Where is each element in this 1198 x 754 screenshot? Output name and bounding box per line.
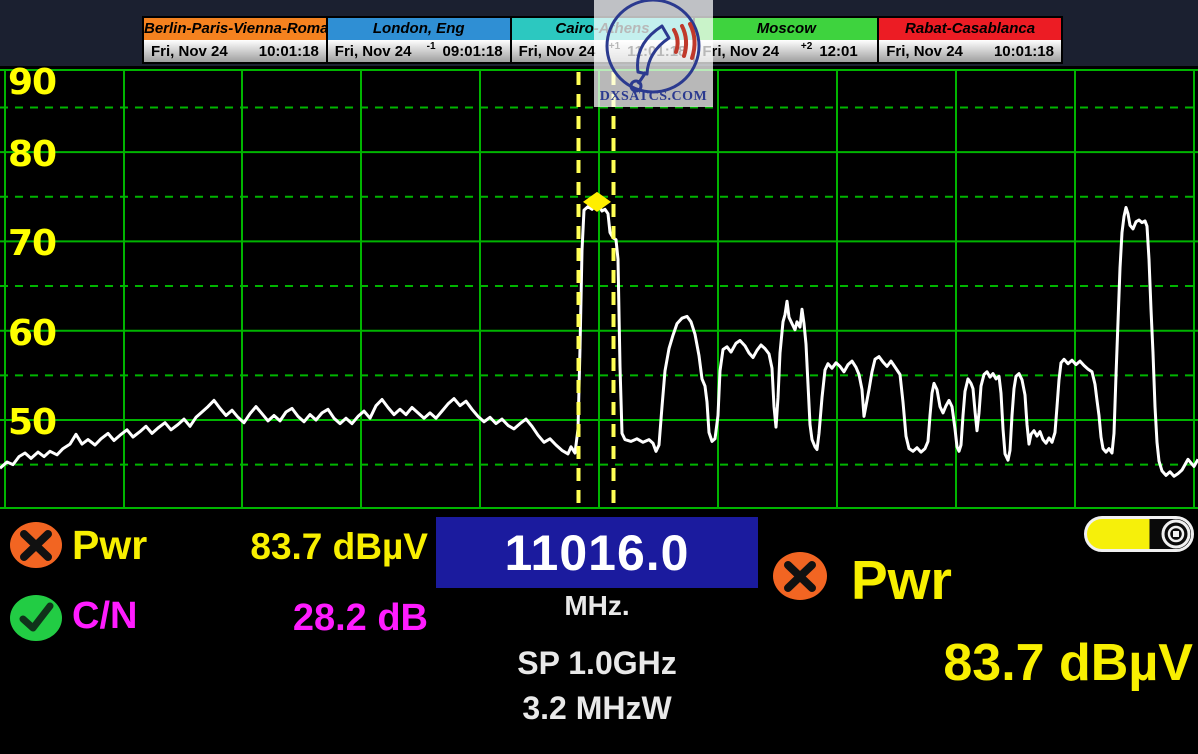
frequency-display[interactable]: 11016.0 bbox=[436, 517, 758, 588]
pwr-toggle-switch[interactable] bbox=[1084, 516, 1194, 552]
clock-utc-offset: -1 bbox=[427, 41, 436, 52]
clock-utc-offset: +2 bbox=[801, 41, 812, 52]
y-axis-label-50: 50 bbox=[8, 402, 56, 443]
clock-time-row: Fri, Nov 24 +2 12:01 bbox=[695, 40, 877, 62]
clock-city-label: Berlin-Paris-Vienna-Roma bbox=[144, 18, 326, 40]
clock-date: Fri, Nov 24 bbox=[151, 43, 252, 60]
clock-london: London, Eng Fri, Nov 24 -1 09:01:18 bbox=[326, 18, 510, 62]
bandwidth-readout: 3.2 MHzW bbox=[436, 690, 758, 727]
dxsatcs-watermark-logo: DXSATCS.COM bbox=[594, 0, 713, 107]
clock-time-row: Fri, Nov 24 -1 09:01:18 bbox=[328, 40, 510, 62]
pwr-label: Pwr bbox=[72, 522, 147, 569]
clock-berlin: Berlin-Paris-Vienna-Roma Fri, Nov 24 10:… bbox=[144, 18, 326, 62]
spectrum-analyzer-screen: 90 80 70 60 50 Berlin-Paris-Vienna-Roma … bbox=[0, 0, 1198, 754]
frequency-unit: MHz. bbox=[436, 590, 758, 622]
span-readout: SP 1.0GHz bbox=[436, 645, 758, 682]
cn-value: 28.2 dB bbox=[180, 597, 428, 640]
clock-moscow: Moscow Fri, Nov 24 +2 12:01 bbox=[693, 18, 877, 62]
big-pwr-label: Pwr bbox=[851, 548, 952, 612]
clock-time-row: Fri, Nov 24 10:01:18 bbox=[879, 40, 1061, 62]
clock-city-label: Moscow bbox=[695, 18, 877, 40]
frequency-value: 11016.0 bbox=[505, 524, 690, 582]
big-pwr-x-icon bbox=[771, 550, 829, 602]
logo-text: DXSATCS.COM bbox=[594, 89, 713, 105]
y-axis-label-70: 70 bbox=[8, 223, 56, 264]
knob-ring-icon bbox=[1161, 519, 1191, 549]
clock-time: 10:01:18 bbox=[259, 43, 319, 60]
cn-label: C/N bbox=[72, 595, 137, 638]
clock-city-label: Rabat-Casablanca bbox=[879, 18, 1061, 40]
toggle-knob[interactable] bbox=[1161, 519, 1191, 549]
clock-time: 09:01:18 bbox=[443, 43, 503, 60]
pwr-value: 83.7 dBµV bbox=[180, 526, 428, 568]
pwr-status-x-icon bbox=[8, 520, 64, 570]
clock-time: 10:01:18 bbox=[994, 43, 1054, 60]
y-axis-label-80: 80 bbox=[8, 134, 56, 175]
y-axis-label-60: 60 bbox=[8, 313, 56, 354]
cn-status-check-icon bbox=[8, 593, 64, 643]
y-axis-label-90: 90 bbox=[8, 62, 56, 103]
clock-time: 12:01 bbox=[819, 43, 870, 60]
clock-rabat: Rabat-Casablanca Fri, Nov 24 10:01:18 bbox=[877, 18, 1061, 62]
clock-date: Fri, Nov 24 bbox=[335, 43, 427, 60]
clock-date: Fri, Nov 24 bbox=[886, 43, 987, 60]
clock-time-row: Fri, Nov 24 10:01:18 bbox=[144, 40, 326, 62]
clock-city-label: London, Eng bbox=[328, 18, 510, 40]
clock-date: Fri, Nov 24 bbox=[702, 43, 801, 60]
big-pwr-value: 83.7 dBµV bbox=[760, 633, 1193, 693]
